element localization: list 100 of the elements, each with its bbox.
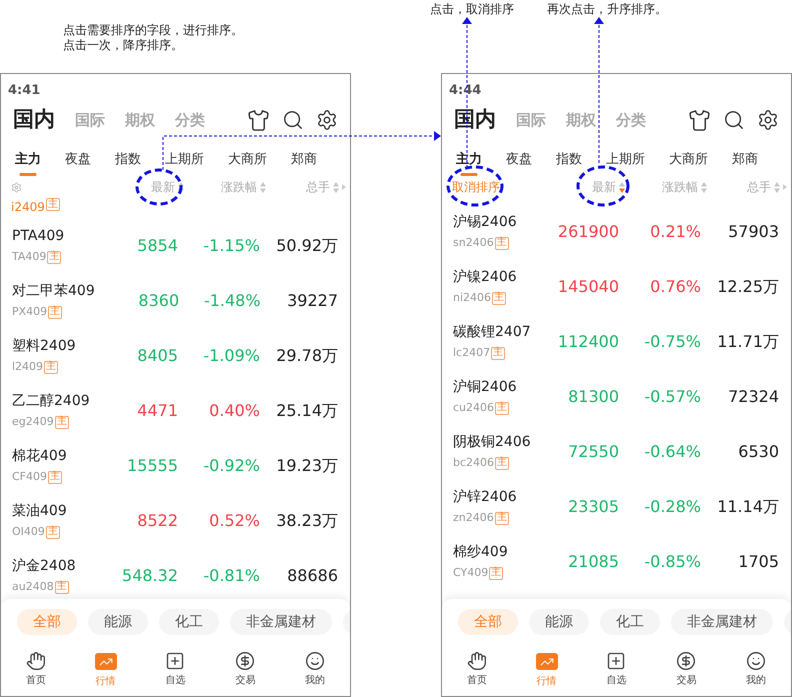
more-arrow-icon bbox=[342, 184, 346, 190]
exchange-tab[interactable]: 主力 bbox=[456, 142, 482, 170]
status-time: 4:41 bbox=[8, 83, 40, 98]
nav-item[interactable]: 交易 bbox=[651, 651, 722, 688]
nav-item[interactable]: 交易 bbox=[210, 651, 280, 688]
volume: 1705 bbox=[737, 550, 779, 572]
exchange-tab[interactable]: 郑商 bbox=[291, 142, 317, 170]
change-percent: 0.52% bbox=[208, 510, 260, 532]
category-chip[interactable]: 化工 bbox=[600, 609, 660, 635]
plus-box-icon bbox=[165, 651, 186, 671]
nav-item[interactable]: 自选 bbox=[582, 651, 652, 688]
exchange-tab[interactable]: 指数 bbox=[115, 142, 141, 170]
search-icon[interactable] bbox=[282, 109, 304, 131]
nav-item[interactable]: 自选 bbox=[140, 651, 210, 688]
quote-row[interactable]: 沪锌2406 zn2406 主 23305 -0.28% 11.14万 bbox=[442, 479, 791, 534]
nav-item[interactable]: 首页 bbox=[442, 651, 512, 688]
category-chip[interactable]: 能源 bbox=[529, 609, 589, 635]
exchange-tab[interactable]: 主力 bbox=[15, 142, 41, 170]
quote-row[interactable]: 沪镍2406 ni2406 主 145040 0.76% 12.25万 bbox=[442, 259, 791, 314]
settings-icon[interactable] bbox=[316, 109, 338, 131]
quote-row[interactable]: 沪铜2406 cu2406 主 81300 -0.57% 72324 bbox=[442, 369, 791, 424]
change-percent: -1.48% bbox=[202, 290, 261, 312]
last-price: 5854 bbox=[136, 234, 178, 256]
annotation-text: 点击一次，降序排序。 bbox=[63, 38, 184, 53]
quote-row[interactable]: 对二甲苯409 PX409 主 8360 -1.48% 39227 bbox=[1, 273, 350, 328]
main-contract-badge: 主 bbox=[491, 346, 506, 360]
market-tab[interactable]: 国内 bbox=[13, 104, 55, 136]
change-percent: -1.09% bbox=[202, 344, 260, 366]
quote-row[interactable]: 棉花409 CF409 主 15555 -0.92% 19.23万 bbox=[1, 438, 350, 493]
last-price: 8522 bbox=[136, 510, 178, 532]
main-contract-badge: 主 bbox=[46, 198, 60, 211]
quote-row[interactable]: 菜油409 OI409 主 8522 0.52% 38.23万 bbox=[1, 493, 350, 548]
shirt-icon[interactable] bbox=[247, 108, 270, 132]
last-price: 72550 bbox=[567, 440, 619, 462]
contract-name: 碳酸锂2407 bbox=[453, 322, 532, 342]
last-price: 548.32 bbox=[121, 564, 178, 586]
annotation-text: 再次点击，升序排序。 bbox=[547, 1, 667, 15]
nav-item[interactable]: 我的 bbox=[280, 651, 350, 688]
change-percent: 0.21% bbox=[649, 220, 701, 242]
volume: 11.14万 bbox=[716, 496, 779, 518]
exchange-tab[interactable]: 上期所 bbox=[165, 142, 204, 170]
contract-name: 沪锡2406 bbox=[453, 212, 518, 232]
shirt-icon[interactable] bbox=[688, 108, 711, 132]
category-chip[interactable]: 化工 bbox=[159, 609, 219, 635]
quote-row[interactable]: 阴极铜2406 bc2406 主 72550 -0.64% 6530 bbox=[442, 424, 791, 479]
quote-row[interactable]: 塑料2409 l2409 主 8405 -1.09% 29.78万 bbox=[1, 328, 350, 383]
change-percent: -0.28% bbox=[643, 496, 701, 518]
contract-code: bc2406 bbox=[453, 454, 494, 471]
category-chip[interactable]: 非金属建材 bbox=[671, 609, 773, 635]
settings-icon[interactable] bbox=[757, 109, 779, 131]
nav-item[interactable]: 首页 bbox=[1, 651, 71, 688]
contract-code: au2408 bbox=[12, 578, 54, 595]
last-price: 81300 bbox=[567, 386, 619, 408]
last-price: 145040 bbox=[556, 276, 619, 298]
nav-item[interactable]: 我的 bbox=[721, 651, 791, 688]
volume: 38.23万 bbox=[275, 510, 338, 532]
exchange-tab[interactable]: 大商所 bbox=[669, 142, 708, 170]
main-contract-badge: 主 bbox=[46, 526, 60, 538]
change-percent: -0.75% bbox=[643, 330, 701, 352]
contract-name: 对二甲苯409 bbox=[12, 282, 95, 301]
exchange-tab[interactable]: 上期所 bbox=[606, 142, 645, 170]
quote-row[interactable]: 棉纱409 CY409 主 21085 -0.85% 1705 bbox=[442, 534, 791, 589]
hand-icon bbox=[466, 651, 487, 671]
main-contract-badge: 主 bbox=[495, 402, 510, 414]
contract-name: 阴极铜2406 bbox=[453, 432, 532, 452]
contract-name: 棉花409 bbox=[12, 446, 68, 466]
annotation-text: 点击，取消排序 bbox=[430, 1, 514, 15]
change-percent: -0.85% bbox=[643, 550, 701, 572]
volume: 19.23万 bbox=[275, 454, 338, 476]
main-contract-badge: 主 bbox=[489, 566, 504, 580]
quote-row[interactable]: 碳酸锂2407 lc2407 主 112400 -0.75% 11.71万 bbox=[442, 314, 791, 369]
volume: 50.92万 bbox=[275, 234, 338, 256]
category-chip[interactable]: 非金属建材 bbox=[230, 609, 332, 635]
quote-row[interactable]: PTA409 TA409 主 5854 -1.15% 50.92万 bbox=[1, 218, 350, 273]
contract-code: TA409 bbox=[12, 248, 46, 265]
change-percent: -0.64% bbox=[643, 440, 701, 462]
plus-box-icon bbox=[606, 651, 626, 671]
volume: 6530 bbox=[737, 440, 779, 462]
quote-row[interactable]: 乙二醇2409 eg2409 主 4471 0.40% 25.14万 bbox=[1, 383, 350, 438]
exchange-tab[interactable]: 郑商 bbox=[732, 142, 758, 170]
quote-row[interactable]: 沪锡2406 sn2406 主 261900 0.21% 57903 bbox=[442, 204, 791, 259]
contract-name: 塑料2409 bbox=[12, 336, 77, 356]
money-bag-icon bbox=[235, 651, 256, 671]
contract-code: OI409 bbox=[12, 524, 45, 540]
exchange-tab[interactable]: 指数 bbox=[556, 142, 582, 170]
quote-row[interactable]: 沪金2408 au2408 主 548.32 -0.81% 88686 bbox=[1, 548, 350, 599]
highlight-ellipse bbox=[446, 166, 504, 206]
exchange-tab[interactable]: 夜盘 bbox=[65, 142, 91, 170]
search-icon[interactable] bbox=[723, 109, 745, 131]
main-contract-badge: 主 bbox=[494, 512, 509, 524]
volume: 57903 bbox=[727, 220, 779, 242]
money-bag-icon bbox=[676, 651, 696, 671]
contract-name: 棉纱409 bbox=[453, 542, 509, 562]
contract-code: zn2406 bbox=[453, 510, 494, 526]
exchange-tab[interactable]: 夜盘 bbox=[506, 142, 532, 170]
exchange-tab[interactable]: 大商所 bbox=[228, 142, 267, 170]
contract-code: l2409 bbox=[12, 358, 44, 375]
market-tab[interactable]: 国内 bbox=[454, 104, 496, 136]
last-price: 112400 bbox=[556, 330, 619, 352]
category-chip[interactable]: 能源 bbox=[88, 609, 148, 635]
